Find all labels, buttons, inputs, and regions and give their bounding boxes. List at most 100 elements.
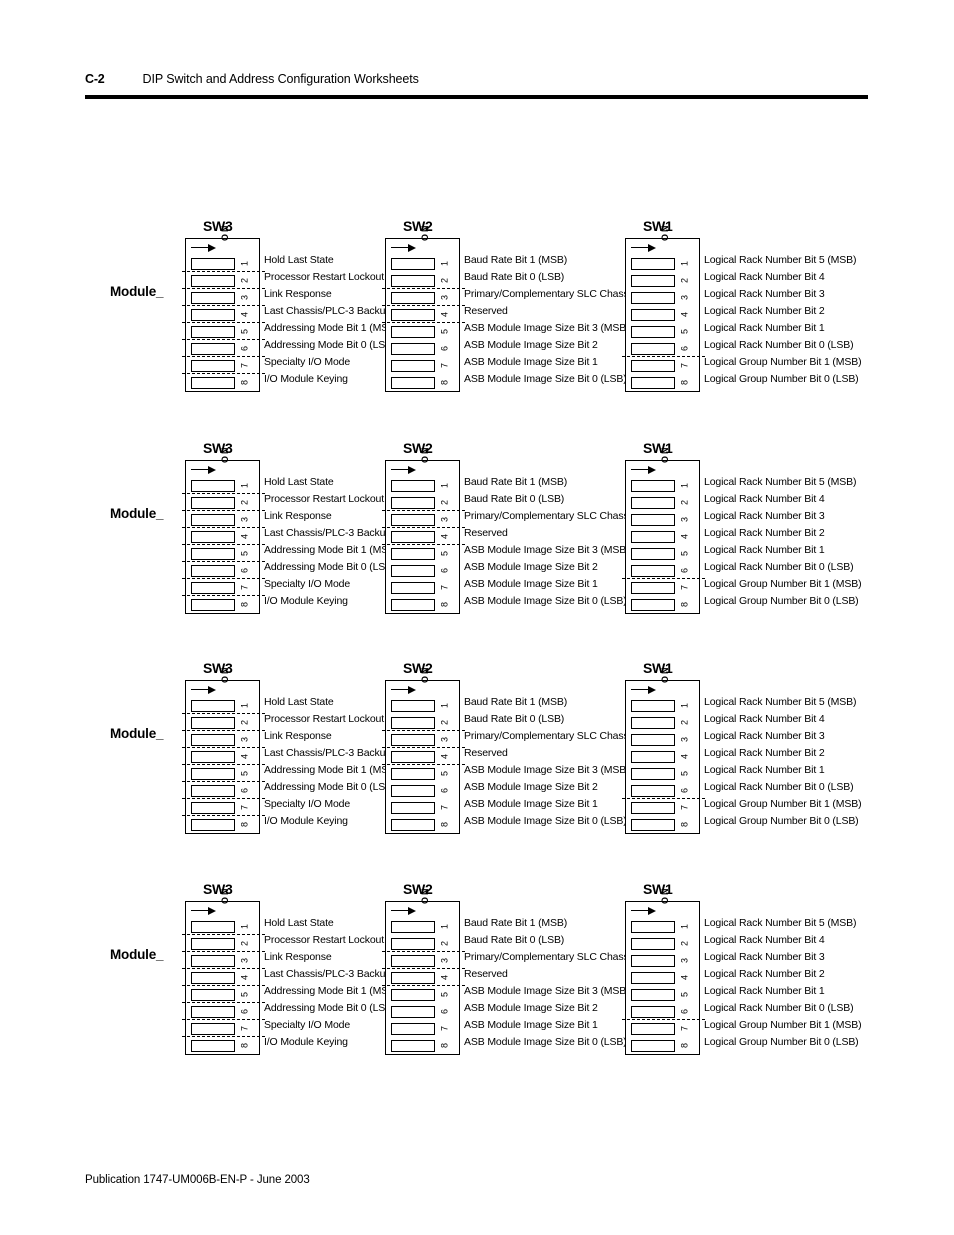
dip-switch-toggle[interactable]: [631, 547, 675, 560]
dip-switch-toggle[interactable]: [391, 496, 435, 509]
dip-switch-toggle[interactable]: [631, 291, 675, 304]
dip-switch-toggle[interactable]: [391, 530, 435, 543]
dip-switch-toggle[interactable]: [391, 325, 435, 338]
dip-switch-toggle[interactable]: [631, 581, 675, 594]
dip-switch-toggle[interactable]: [191, 598, 235, 611]
dip-switch-toggle[interactable]: [391, 971, 435, 984]
dip-switch-toggle[interactable]: [191, 257, 235, 270]
dip-switch-toggle[interactable]: [631, 954, 675, 967]
switch-row: 7: [622, 1019, 705, 1037]
dip-switch-toggle[interactable]: [631, 479, 675, 492]
dip-switch-toggle[interactable]: [631, 308, 675, 321]
dip-switch-toggle[interactable]: [631, 325, 675, 338]
dip-switch-toggle[interactable]: [191, 376, 235, 389]
dip-switch-toggle[interactable]: [391, 547, 435, 560]
dip-switch-toggle[interactable]: [191, 988, 235, 1001]
dip-switch-toggle[interactable]: [391, 359, 435, 372]
dip-switch-toggle[interactable]: [631, 496, 675, 509]
dip-switch-toggle[interactable]: [391, 818, 435, 831]
switch-row: 4: [382, 747, 465, 765]
dip-switch-toggle[interactable]: [191, 750, 235, 763]
dip-switch-toggle[interactable]: [391, 342, 435, 355]
dip-switch-toggle[interactable]: [631, 767, 675, 780]
dip-switch-toggle[interactable]: [191, 325, 235, 338]
dip-switch-toggle[interactable]: [391, 564, 435, 577]
dip-switch-toggle[interactable]: [631, 920, 675, 933]
dip-switch-toggle[interactable]: [631, 937, 675, 950]
dip-switch-toggle[interactable]: [191, 920, 235, 933]
dip-switch-toggle[interactable]: [191, 342, 235, 355]
dip-switch-toggle[interactable]: [631, 598, 675, 611]
dip-switch-toggle[interactable]: [631, 376, 675, 389]
dip-switch-toggle[interactable]: [391, 733, 435, 746]
dip-switch-toggle[interactable]: [631, 274, 675, 287]
dip-switch-toggle[interactable]: [391, 513, 435, 526]
dip-switch-toggle[interactable]: [631, 342, 675, 355]
dip-switch-toggle[interactable]: [631, 988, 675, 1001]
dip-switch-toggle[interactable]: [391, 750, 435, 763]
dip-switch-toggle[interactable]: [631, 750, 675, 763]
dip-switch-toggle[interactable]: [191, 818, 235, 831]
dip-switch-toggle[interactable]: [191, 1039, 235, 1052]
dip-switch-toggle[interactable]: [391, 801, 435, 814]
dip-switch-toggle[interactable]: [191, 308, 235, 321]
dip-switch-toggle[interactable]: [391, 376, 435, 389]
dip-switch-toggle[interactable]: [631, 257, 675, 270]
dip-switch-toggle[interactable]: [631, 733, 675, 746]
dip-switch-toggle[interactable]: [191, 954, 235, 967]
dip-switch-toggle[interactable]: [631, 1022, 675, 1035]
dip-switch-toggle[interactable]: [391, 699, 435, 712]
dip-switch-toggle[interactable]: [191, 291, 235, 304]
dip-switch-toggle[interactable]: [391, 716, 435, 729]
dip-switch-toggle[interactable]: [191, 1005, 235, 1018]
dip-switch-toggle[interactable]: [391, 767, 435, 780]
dip-switch-toggle[interactable]: [391, 1039, 435, 1052]
dip-switch-toggle[interactable]: [391, 988, 435, 1001]
dip-switch-toggle[interactable]: [191, 564, 235, 577]
dip-switch-toggle[interactable]: [191, 530, 235, 543]
dip-switch-toggle[interactable]: [391, 920, 435, 933]
dip-switch-toggle[interactable]: [191, 581, 235, 594]
dip-switch-toggle[interactable]: [191, 699, 235, 712]
dip-switch-toggle[interactable]: [631, 784, 675, 797]
dip-switch-toggle[interactable]: [391, 598, 435, 611]
dip-switch-toggle[interactable]: [191, 971, 235, 984]
dip-switch-toggle[interactable]: [631, 359, 675, 372]
dip-switch-toggle[interactable]: [631, 564, 675, 577]
dip-switch-toggle[interactable]: [191, 767, 235, 780]
dip-switch-toggle[interactable]: [191, 496, 235, 509]
dip-switch-toggle[interactable]: [191, 274, 235, 287]
dip-switch-toggle[interactable]: [391, 479, 435, 492]
dip-switch-toggle[interactable]: [631, 530, 675, 543]
dip-switch-toggle[interactable]: [391, 954, 435, 967]
dip-switch-toggle[interactable]: [191, 784, 235, 797]
dip-switch-toggle[interactable]: [631, 1039, 675, 1052]
switch-row: 7: [182, 1019, 265, 1037]
dip-switch-toggle[interactable]: [391, 257, 435, 270]
dip-switch-toggle[interactable]: [631, 971, 675, 984]
dip-switch-toggle[interactable]: [391, 1005, 435, 1018]
dip-switch-toggle[interactable]: [631, 699, 675, 712]
dip-switch-toggle[interactable]: [631, 818, 675, 831]
dip-switch-toggle[interactable]: [391, 1022, 435, 1035]
dip-switch-toggle[interactable]: [191, 801, 235, 814]
dip-switch-toggle[interactable]: [191, 716, 235, 729]
dip-switch-toggle[interactable]: [631, 1005, 675, 1018]
dip-switch-toggle[interactable]: [631, 716, 675, 729]
dip-switch-toggle[interactable]: [191, 547, 235, 560]
dip-switch-toggle[interactable]: [391, 937, 435, 950]
dip-switch-toggle[interactable]: [191, 733, 235, 746]
dip-switch-toggle[interactable]: [391, 274, 435, 287]
dip-switch-toggle[interactable]: [391, 581, 435, 594]
dip-switch-toggle[interactable]: [191, 479, 235, 492]
dip-switch-toggle[interactable]: [391, 291, 435, 304]
dip-switch-toggle[interactable]: [391, 308, 435, 321]
switch-row: 8: [182, 373, 265, 391]
dip-switch-toggle[interactable]: [391, 784, 435, 797]
dip-switch-toggle[interactable]: [191, 513, 235, 526]
dip-switch-toggle[interactable]: [191, 359, 235, 372]
dip-switch-toggle[interactable]: [631, 513, 675, 526]
dip-switch-toggle[interactable]: [191, 937, 235, 950]
dip-switch-toggle[interactable]: [191, 1022, 235, 1035]
dip-switch-toggle[interactable]: [631, 801, 675, 814]
